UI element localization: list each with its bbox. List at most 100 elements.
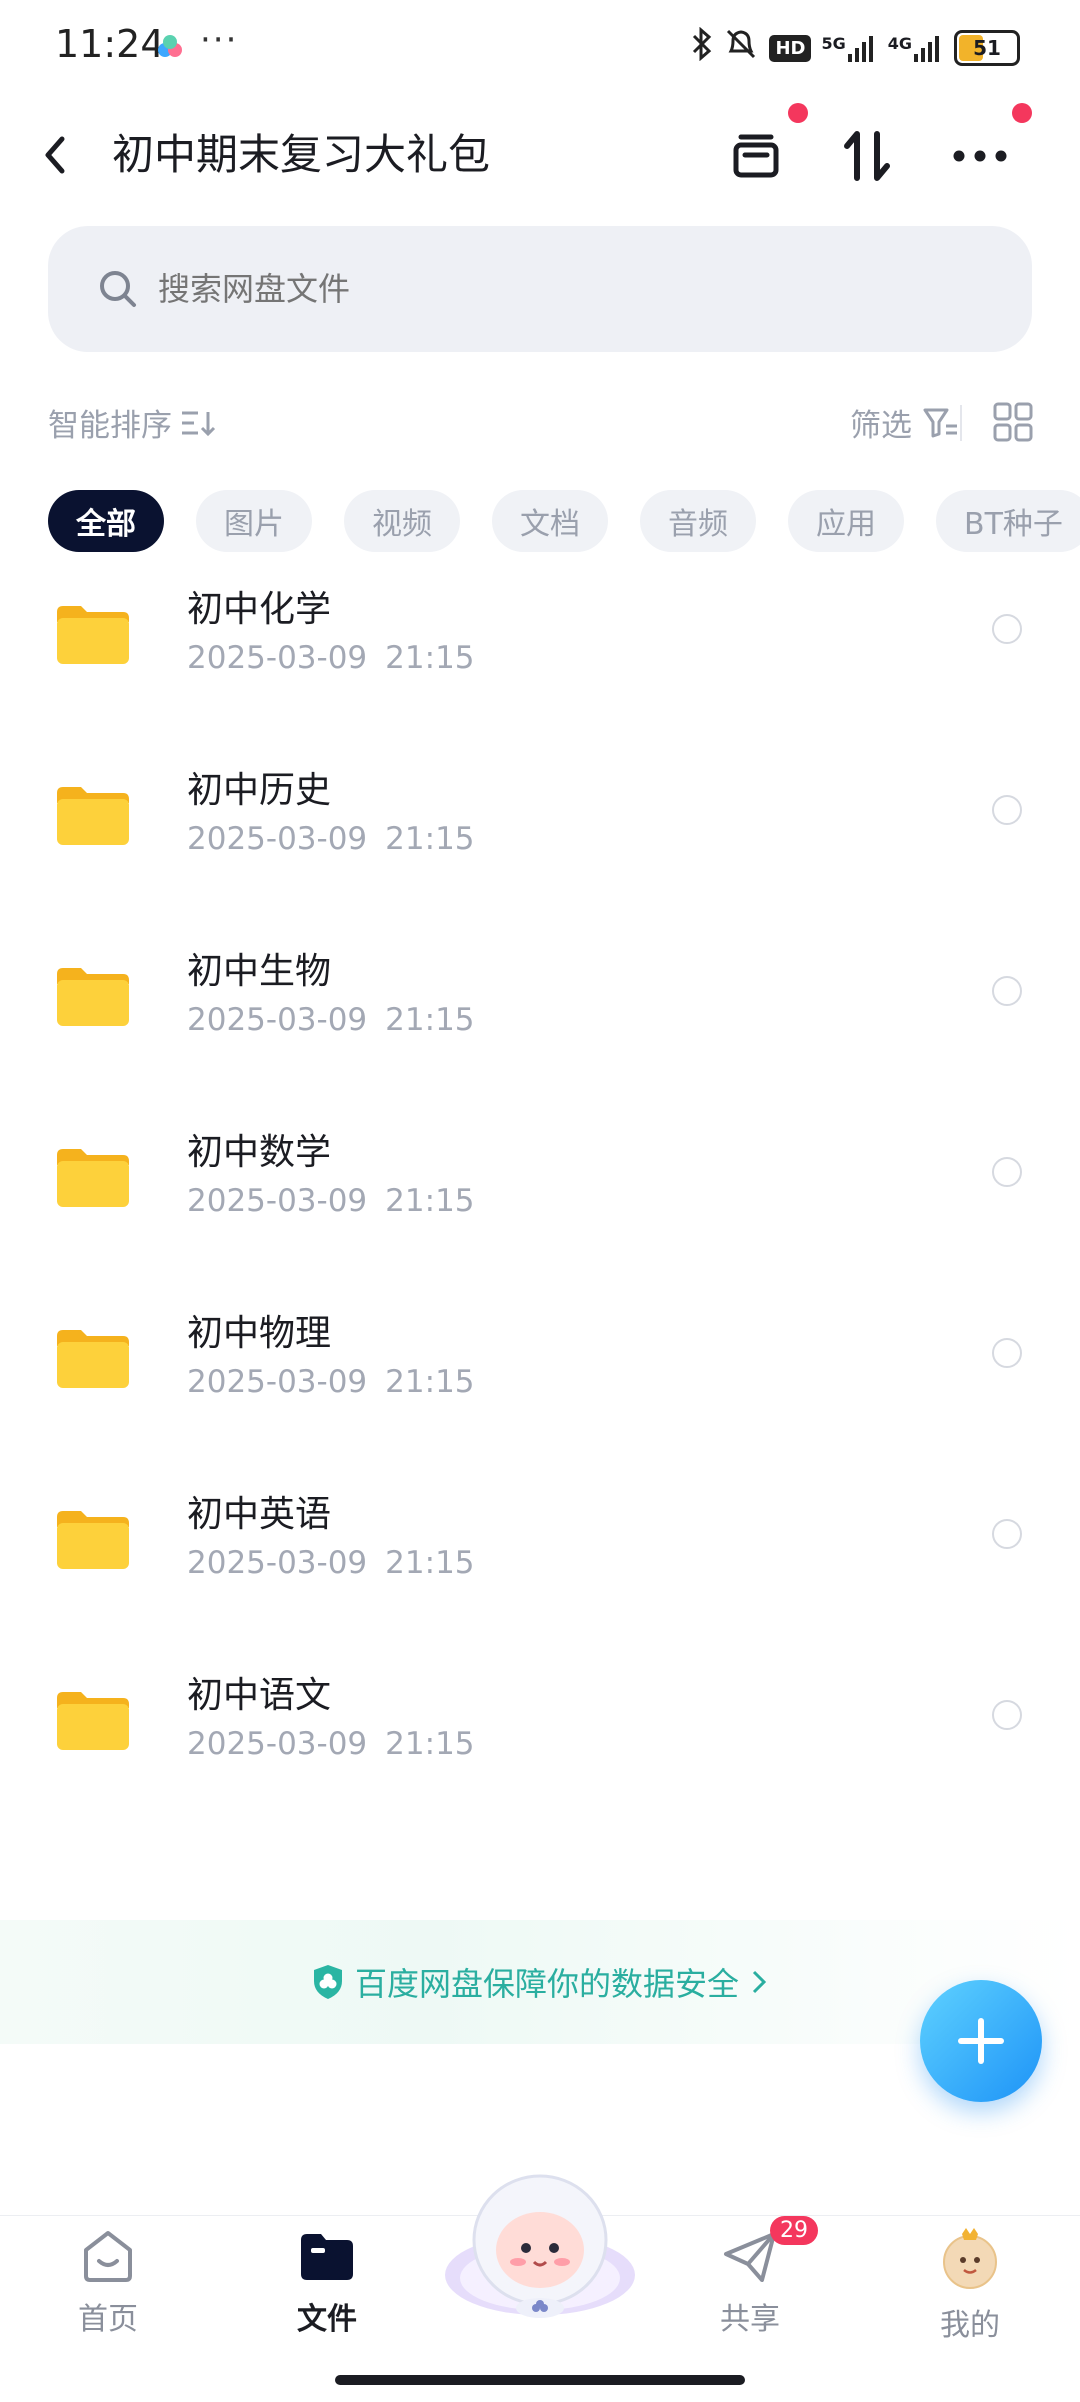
signal-5g-icon: 5G	[821, 34, 877, 62]
baidu-netdisk-status-icon	[155, 32, 185, 62]
chip-documents[interactable]: 文档	[492, 490, 608, 552]
file-time: 21:15	[385, 640, 475, 676]
chip-apps[interactable]: 应用	[788, 490, 904, 552]
nav-files[interactable]: 文件	[267, 2228, 387, 2338]
chip-bt-torrents[interactable]: BT种子	[936, 490, 1080, 552]
status-indicators: HD 5G 4G 51	[691, 26, 1020, 70]
grid-view-toggle[interactable]	[993, 402, 1033, 442]
hd-icon: HD	[769, 34, 812, 62]
toolbar-divider	[960, 405, 962, 441]
file-name: 初中语文	[187, 1675, 332, 1716]
file-modified: 2025-03-09 21:15	[187, 640, 475, 676]
chip-audio[interactable]: 音频	[640, 490, 756, 552]
folder-icon	[57, 1149, 129, 1207]
file-name: 初中物理	[187, 1313, 332, 1354]
share-badge: 29	[770, 2216, 818, 2245]
file-row[interactable]: 初中生物 2025-03-09 21:15	[0, 932, 1080, 1112]
nav-mine-label: 我的	[940, 2308, 1000, 2343]
folder-icon	[57, 1330, 129, 1388]
file-row[interactable]: 初中物理 2025-03-09 21:15	[0, 1294, 1080, 1474]
select-radio[interactable]	[992, 976, 1022, 1006]
plus-icon	[958, 2018, 1004, 2064]
sort-button[interactable]: 智能排序	[48, 400, 216, 445]
chip-videos[interactable]: 视频	[344, 490, 460, 552]
status-more-dots: ···	[200, 20, 239, 60]
select-radio[interactable]	[992, 1157, 1022, 1187]
file-row[interactable]: 初中历史 2025-03-09 21:15	[0, 751, 1080, 931]
search-icon	[100, 271, 136, 307]
folder-nav-icon	[301, 2234, 353, 2280]
file-type-filter-chips: 全部 图片 视频 文档 音频 应用 BT种子	[48, 490, 1080, 552]
page-title: 初中期末复习大礼包	[112, 130, 491, 179]
file-date: 2025-03-09	[187, 640, 368, 676]
grid-view-icon	[993, 402, 1033, 442]
signal-4g-icon: 4G	[888, 34, 944, 62]
file-time: 21:15	[385, 1002, 475, 1038]
file-date: 2025-03-09	[187, 1726, 368, 1762]
folder-icon	[57, 787, 129, 845]
battery-level: 51	[973, 36, 1001, 60]
file-row[interactable]: 初中数学 2025-03-09 21:15	[0, 1113, 1080, 1293]
archive-button[interactable]	[718, 118, 794, 194]
status-time: 11:24	[55, 22, 165, 66]
search-input[interactable]	[156, 269, 960, 309]
more-button[interactable]	[942, 118, 1018, 194]
select-radio[interactable]	[992, 1700, 1022, 1730]
mascot-assistant-button[interactable]	[440, 2170, 640, 2320]
select-radio[interactable]	[992, 795, 1022, 825]
back-button[interactable]	[40, 120, 90, 190]
back-arrow-icon	[45, 136, 65, 174]
mute-bell-icon	[723, 27, 759, 69]
select-radio[interactable]	[992, 1519, 1022, 1549]
transfer-button[interactable]	[830, 118, 906, 194]
file-time: 21:15	[385, 1726, 475, 1762]
nav-files-label: 文件	[297, 2302, 357, 2337]
folder-icon	[57, 968, 129, 1026]
file-time: 21:15	[385, 1364, 475, 1400]
file-name: 初中化学	[187, 589, 332, 630]
file-row[interactable]: 初中化学 2025-03-09 21:15	[0, 570, 1080, 750]
chevron-right-icon	[752, 1970, 767, 1994]
nav-home-label: 首页	[78, 2302, 138, 2337]
search-bar[interactable]	[48, 226, 1032, 352]
file-modified: 2025-03-09 21:15	[187, 821, 475, 857]
add-button[interactable]	[920, 1980, 1042, 2102]
select-radio[interactable]	[992, 1338, 1022, 1368]
filter-button[interactable]: 筛选	[850, 400, 960, 445]
nav-mine[interactable]: 我的	[910, 2228, 1030, 2344]
security-banner[interactable]: 百度网盘保障你的数据安全	[0, 1920, 1080, 2044]
net-5g-label: 5G	[821, 34, 846, 53]
folder-icon	[57, 1511, 129, 1569]
file-time: 21:15	[385, 1183, 475, 1219]
file-row[interactable]: 初中英语 2025-03-09 21:15	[0, 1475, 1080, 1655]
battery-icon: 51	[954, 30, 1020, 66]
nav-share-label: 共享	[720, 2302, 780, 2337]
chip-images[interactable]: 图片	[196, 490, 312, 552]
chip-all[interactable]: 全部	[48, 490, 164, 552]
file-row[interactable]: 初中语文 2025-03-09 21:15	[0, 1656, 1080, 1836]
up-down-transfer-icon	[844, 131, 890, 181]
nav-home[interactable]: 首页	[48, 2228, 168, 2338]
file-date: 2025-03-09	[187, 1183, 368, 1219]
file-modified: 2025-03-09 21:15	[187, 1364, 475, 1400]
net-4g-label: 4G	[887, 34, 912, 53]
archive-box-icon	[733, 134, 779, 178]
bluetooth-icon	[691, 26, 713, 69]
file-name: 初中英语	[187, 1494, 332, 1535]
archive-notification-dot	[788, 103, 808, 123]
filter-funnel-icon	[923, 408, 957, 437]
avatar	[943, 2228, 997, 2289]
more-dots-icon	[953, 150, 1007, 162]
mascot-icon	[445, 2174, 635, 2318]
file-name: 初中数学	[187, 1132, 332, 1173]
sort-lines-icon	[182, 411, 216, 436]
file-time: 21:15	[385, 821, 475, 857]
file-modified: 2025-03-09 21:15	[187, 1545, 475, 1581]
security-banner-text: 百度网盘保障你的数据安全	[354, 1965, 739, 2003]
file-modified: 2025-03-09 21:15	[187, 1002, 475, 1038]
file-time: 21:15	[385, 1545, 475, 1581]
folder-icon	[57, 606, 129, 664]
shield-icon	[313, 1965, 342, 1999]
file-date: 2025-03-09	[187, 1545, 368, 1581]
select-radio[interactable]	[992, 614, 1022, 644]
